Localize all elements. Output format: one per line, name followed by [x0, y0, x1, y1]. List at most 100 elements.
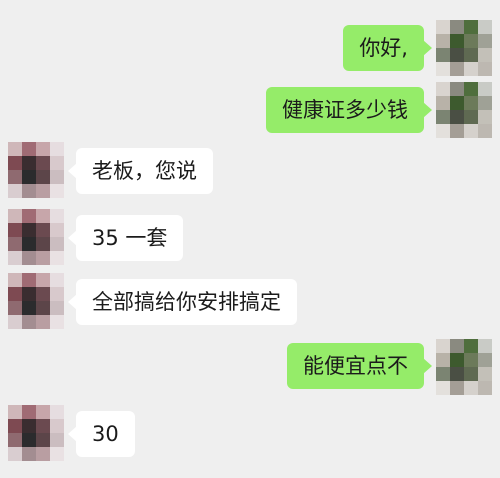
- avatar-pixel: [22, 251, 36, 265]
- avatar-pixel: [36, 156, 50, 170]
- avatar-pixel: [50, 237, 64, 251]
- avatar-pixel: [464, 124, 478, 138]
- message-bubble-incoming[interactable]: 老板，您说: [68, 148, 213, 194]
- avatar-pixel: [464, 34, 478, 48]
- avatar-pixel: [8, 447, 22, 461]
- avatar-pixel: [8, 223, 22, 237]
- avatar-pixel: [36, 273, 50, 287]
- avatar-pixel: [50, 156, 64, 170]
- avatar-pixel: [450, 62, 464, 76]
- avatar-pixel: [22, 315, 36, 329]
- avatar-pixel: [436, 339, 450, 353]
- avatar-pixel: [464, 96, 478, 110]
- avatar-pixel: [8, 142, 22, 156]
- avatar-pixel: [50, 223, 64, 237]
- avatar-pixel: [22, 287, 36, 301]
- message-bubble-outgoing[interactable]: 健康证多少钱: [266, 87, 432, 133]
- avatar-pixel: [464, 62, 478, 76]
- avatar-pixel: [8, 287, 22, 301]
- message-bubble-incoming[interactable]: 全部搞给你安排搞定: [68, 279, 297, 325]
- avatar-pixel: [464, 48, 478, 62]
- avatar-pixel: [478, 110, 492, 124]
- contact-avatar-icon[interactable]: [8, 405, 64, 461]
- avatar-pixel: [450, 367, 464, 381]
- avatar-pixel: [50, 315, 64, 329]
- avatar-pixel: [36, 237, 50, 251]
- avatar-pixel: [22, 301, 36, 315]
- message-bubble-outgoing[interactable]: 你好,: [343, 25, 432, 71]
- avatar-pixel: [436, 20, 450, 34]
- avatar-pixel: [36, 251, 50, 265]
- avatar-pixel: [450, 381, 464, 395]
- avatar-pixel: [8, 301, 22, 315]
- contact-avatar-icon[interactable]: [8, 273, 64, 329]
- avatar-pixel: [50, 419, 64, 433]
- avatar-pixel: [436, 381, 450, 395]
- avatar-pixel: [436, 96, 450, 110]
- avatar-pixel: [478, 353, 492, 367]
- avatar-pixel: [8, 209, 22, 223]
- avatar-pixel: [8, 433, 22, 447]
- avatar-pixel: [450, 48, 464, 62]
- avatar-pixel: [478, 34, 492, 48]
- avatar-pixel: [8, 184, 22, 198]
- avatar-pixel: [22, 237, 36, 251]
- avatar-pixel: [464, 20, 478, 34]
- contact-avatar-icon[interactable]: [8, 209, 64, 265]
- avatar-pixel: [450, 34, 464, 48]
- avatar-pixel: [464, 367, 478, 381]
- avatar-pixel: [464, 110, 478, 124]
- avatar-pixel: [450, 339, 464, 353]
- avatar-pixel: [8, 237, 22, 251]
- avatar-pixel: [36, 170, 50, 184]
- self-avatar-icon[interactable]: [436, 20, 492, 76]
- self-avatar-icon[interactable]: [436, 339, 492, 395]
- avatar-pixel: [50, 287, 64, 301]
- avatar-pixel: [36, 223, 50, 237]
- avatar-pixel: [22, 223, 36, 237]
- avatar-pixel: [36, 419, 50, 433]
- avatar-pixel: [22, 209, 36, 223]
- avatar-pixel: [50, 142, 64, 156]
- avatar-pixel: [36, 184, 50, 198]
- avatar-pixel: [436, 353, 450, 367]
- avatar-pixel: [478, 20, 492, 34]
- avatar-pixel: [450, 82, 464, 96]
- avatar-pixel: [478, 367, 492, 381]
- avatar-pixel: [8, 170, 22, 184]
- avatar-pixel: [478, 381, 492, 395]
- avatar-pixel: [478, 48, 492, 62]
- avatar-pixel: [450, 110, 464, 124]
- avatar-pixel: [478, 62, 492, 76]
- avatar-pixel: [450, 96, 464, 110]
- avatar-pixel: [22, 142, 36, 156]
- avatar-pixel: [464, 82, 478, 96]
- contact-avatar-icon[interactable]: [8, 142, 64, 198]
- avatar-pixel: [478, 82, 492, 96]
- avatar-pixel: [436, 34, 450, 48]
- avatar-pixel: [450, 20, 464, 34]
- avatar-pixel: [450, 353, 464, 367]
- self-avatar-icon[interactable]: [436, 82, 492, 138]
- avatar-pixel: [478, 96, 492, 110]
- avatar-pixel: [50, 209, 64, 223]
- avatar-pixel: [464, 381, 478, 395]
- avatar-pixel: [36, 405, 50, 419]
- message-bubble-incoming[interactable]: 35 一套: [67, 215, 184, 261]
- avatar-pixel: [436, 82, 450, 96]
- avatar-pixel: [22, 447, 36, 461]
- avatar-pixel: [36, 287, 50, 301]
- message-bubble-outgoing[interactable]: 能便宜点不: [287, 343, 432, 389]
- avatar-pixel: [436, 48, 450, 62]
- avatar-pixel: [50, 301, 64, 315]
- avatar-pixel: [8, 419, 22, 433]
- avatar-pixel: [478, 124, 492, 138]
- avatar-pixel: [50, 447, 64, 461]
- avatar-pixel: [36, 301, 50, 315]
- avatar-pixel: [478, 339, 492, 353]
- avatar-pixel: [50, 170, 64, 184]
- avatar-pixel: [8, 405, 22, 419]
- avatar-pixel: [22, 405, 36, 419]
- avatar-pixel: [8, 156, 22, 170]
- message-bubble-incoming[interactable]: 30: [68, 411, 135, 457]
